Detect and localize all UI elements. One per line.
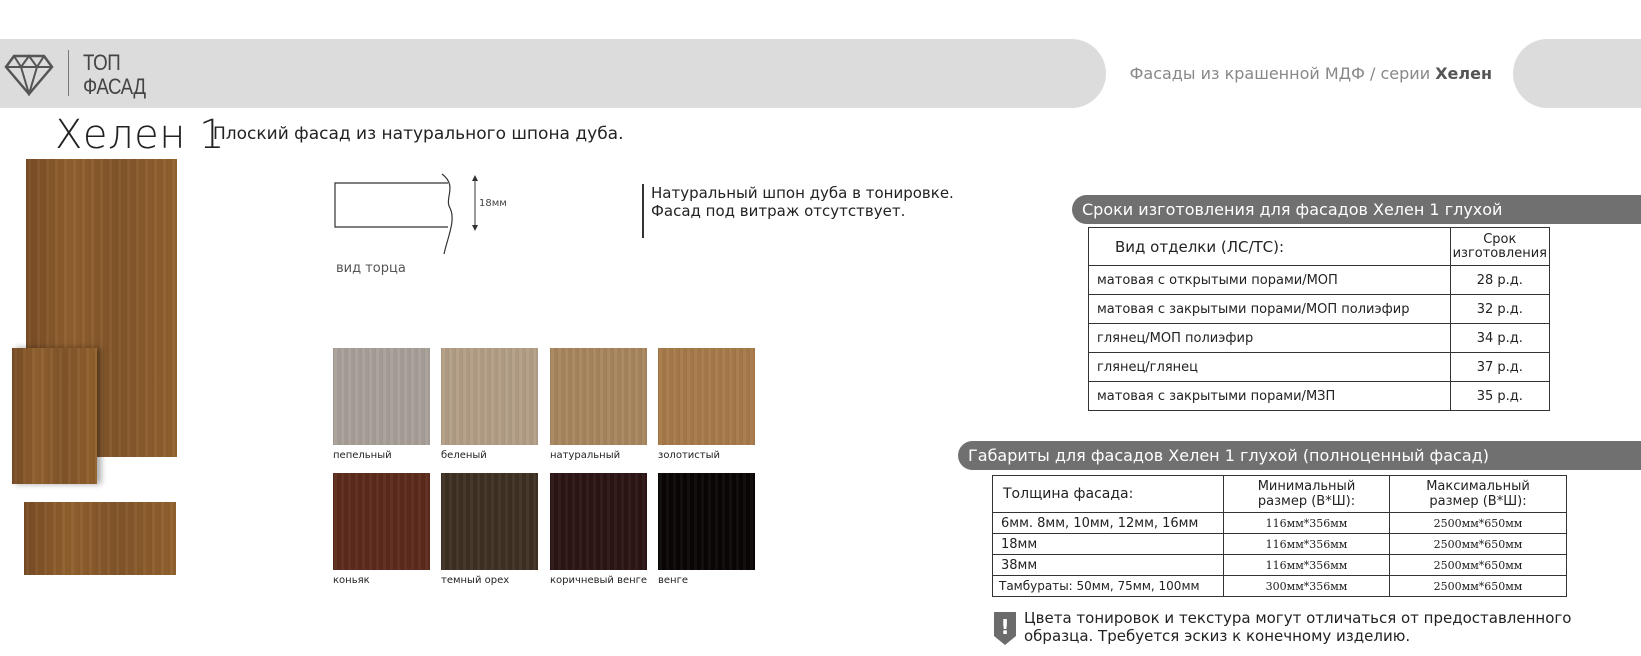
page-subtitle: Плоский фасад из натурального шпона дуба…	[213, 124, 624, 144]
warning-icon: !	[994, 612, 1016, 645]
edge-section-drawing	[334, 173, 478, 255]
finish-cell: матовая с закрытыми порами/МОП полиэфир	[1088, 294, 1451, 324]
note-line-2: Фасад под витраж отсутствует.	[651, 202, 906, 220]
swatch-zolotisty	[658, 348, 755, 445]
facade-panel-small	[12, 348, 97, 484]
table-row: матовая с открытыми порами/МОП 28 р.д.	[1088, 265, 1551, 295]
min-size-cell: 116мм*356мм	[1223, 512, 1390, 534]
veneer-note: Натуральный шпон дуба в тонировке. Фасад…	[642, 184, 954, 238]
edge-view-caption: вид торца	[336, 261, 406, 276]
min-size-cell: 116мм*356мм	[1223, 554, 1390, 576]
swatch-label: золотистый	[658, 450, 720, 461]
col-term-line-1: Срок	[1483, 231, 1517, 247]
swatch-label: венге	[658, 575, 688, 586]
col-max-header: Максимальный размер (В*Ш):	[1389, 475, 1567, 513]
table-row: 38мм 116мм*356мм 2500мм*650мм	[992, 554, 1567, 576]
swatch-label: коричневый венге	[550, 575, 648, 586]
swatch-korichnevy-venge	[550, 473, 647, 570]
table-header-row: Вид отделки (ЛС/ТС): Срок изготовления	[1088, 227, 1551, 266]
lead-time-table: Вид отделки (ЛС/ТС): Срок изготовления м…	[1088, 227, 1551, 411]
col-min-line-2: размер (В*Ш):	[1257, 494, 1356, 509]
term-cell: 32 р.д.	[1449, 294, 1551, 324]
swatch-label: натуральный	[550, 450, 621, 461]
thickness-cell: Тамбураты: 50мм, 75мм, 100мм	[992, 575, 1224, 597]
swatch-label: коньяк	[333, 575, 370, 586]
thickness-cell: 38мм	[992, 554, 1224, 576]
logo-text: ТОП ФАСАД	[83, 51, 146, 99]
table-row: матовая с закрытыми порами/МЗП 35 р.д.	[1088, 381, 1551, 411]
swatch-venge	[658, 473, 755, 570]
dimensions-table: Толщина фасада: Минимальный размер (В*Ш)…	[992, 475, 1567, 597]
warning-line-2: образца. Требуется эскиз к конечному изд…	[1024, 627, 1411, 645]
header-bar-right	[1513, 39, 1641, 108]
swatch-temny-orekh	[441, 473, 538, 570]
thickness-label: 18мм	[479, 198, 507, 209]
page-title: Хелен 1	[55, 112, 226, 158]
max-size-cell: 2500мм*650мм	[1389, 512, 1567, 534]
table-row: матовая с закрытыми порами/МОП полиэфир 3…	[1088, 294, 1551, 324]
lead-time-heading: Сроки изготовления для фасадов Хелен 1 г…	[1072, 195, 1641, 224]
max-size-cell: 2500мм*650мм	[1389, 554, 1567, 576]
finish-cell: глянец/глянец	[1088, 352, 1451, 382]
warning-glyph: !	[1000, 615, 1009, 639]
table-row: глянец/глянец 37 р.д.	[1088, 352, 1551, 382]
swatch-naturalny	[550, 348, 647, 445]
thickness-cell: 6мм. 8мм, 10мм, 12мм, 16мм	[992, 512, 1224, 534]
header-bar	[0, 39, 1106, 108]
diamond-logo-icon	[4, 54, 54, 96]
facade-panel-strip	[24, 502, 176, 575]
swatch-label: темный орех	[441, 575, 510, 586]
table-header-row: Толщина фасада: Минимальный размер (В*Ш)…	[992, 475, 1567, 513]
col-min-header: Минимальный размер (В*Ш):	[1223, 475, 1390, 513]
thickness-cell: 18мм	[992, 533, 1224, 555]
table-row: Тамбураты: 50мм, 75мм, 100мм 300мм*356мм 2…	[992, 575, 1567, 597]
finish-cell: матовая с закрытыми порами/МЗП	[1088, 381, 1451, 411]
col-max-line-1: Максимальный	[1426, 479, 1530, 494]
warning-line-1: Цвета тонировок и текстура могут отличат…	[1024, 609, 1572, 627]
logo-line-2: ФАСАД	[83, 74, 146, 99]
term-cell: 34 р.д.	[1449, 323, 1551, 353]
dimensions-heading: Габариты для фасадов Хелен 1 глухой (пол…	[958, 441, 1641, 470]
swatch-pepelny	[333, 348, 430, 445]
max-size-cell: 2500мм*650мм	[1389, 575, 1567, 597]
logo-line-1: ТОП	[83, 50, 121, 75]
swatch-konyak	[333, 473, 430, 570]
min-size-cell: 116мм*356мм	[1223, 533, 1390, 555]
col-min-line-1: Минимальный	[1257, 479, 1356, 494]
term-cell: 37 р.д.	[1449, 352, 1551, 382]
finish-cell: матовая с открытыми порами/МОП	[1088, 265, 1451, 295]
table-row: 6мм. 8мм, 10мм, 12мм, 16мм 116мм*356мм 250…	[992, 512, 1567, 534]
series-name: Хелен	[1435, 64, 1492, 83]
col-thickness-header: Толщина фасада:	[992, 475, 1224, 513]
series-prefix: Фасады из крашенной МДФ / серии	[1129, 64, 1436, 83]
col-term-line-2: изготовления	[1452, 245, 1547, 261]
table-row: 18мм 116мм*356мм 2500мм*650мм	[992, 533, 1567, 555]
min-size-cell: 300мм*356мм	[1223, 575, 1390, 597]
swatch-label: пепельный	[333, 450, 392, 461]
col-max-line-2: размер (В*Ш):	[1429, 494, 1527, 509]
table-row: глянец/МОП полиэфир 34 р.д.	[1088, 323, 1551, 353]
swatch-label: беленый	[441, 450, 487, 461]
term-cell: 35 р.д.	[1449, 381, 1551, 411]
note-line-1: Натуральный шпон дуба в тонировке.	[651, 184, 954, 202]
logo-separator	[68, 50, 69, 96]
col-finish-label: Вид отделки (ЛС/ТС):	[1115, 237, 1285, 256]
warning-text: Цвета тонировок и текстура могут отличат…	[1024, 609, 1571, 645]
max-size-cell: 2500мм*650мм	[1389, 533, 1567, 555]
swatch-beleny	[441, 348, 538, 445]
finish-cell: глянец/МОП полиэфир	[1088, 323, 1451, 353]
series-breadcrumb: Фасады из крашенной МДФ / серии Хелен	[1130, 64, 1492, 83]
col-term-header: Срок изготовления	[1449, 227, 1551, 266]
term-cell: 28 р.д.	[1449, 265, 1551, 295]
col-thickness-label: Толщина фасада:	[1003, 485, 1134, 502]
col-finish-header: Вид отделки (ЛС/ТС):	[1088, 227, 1451, 266]
